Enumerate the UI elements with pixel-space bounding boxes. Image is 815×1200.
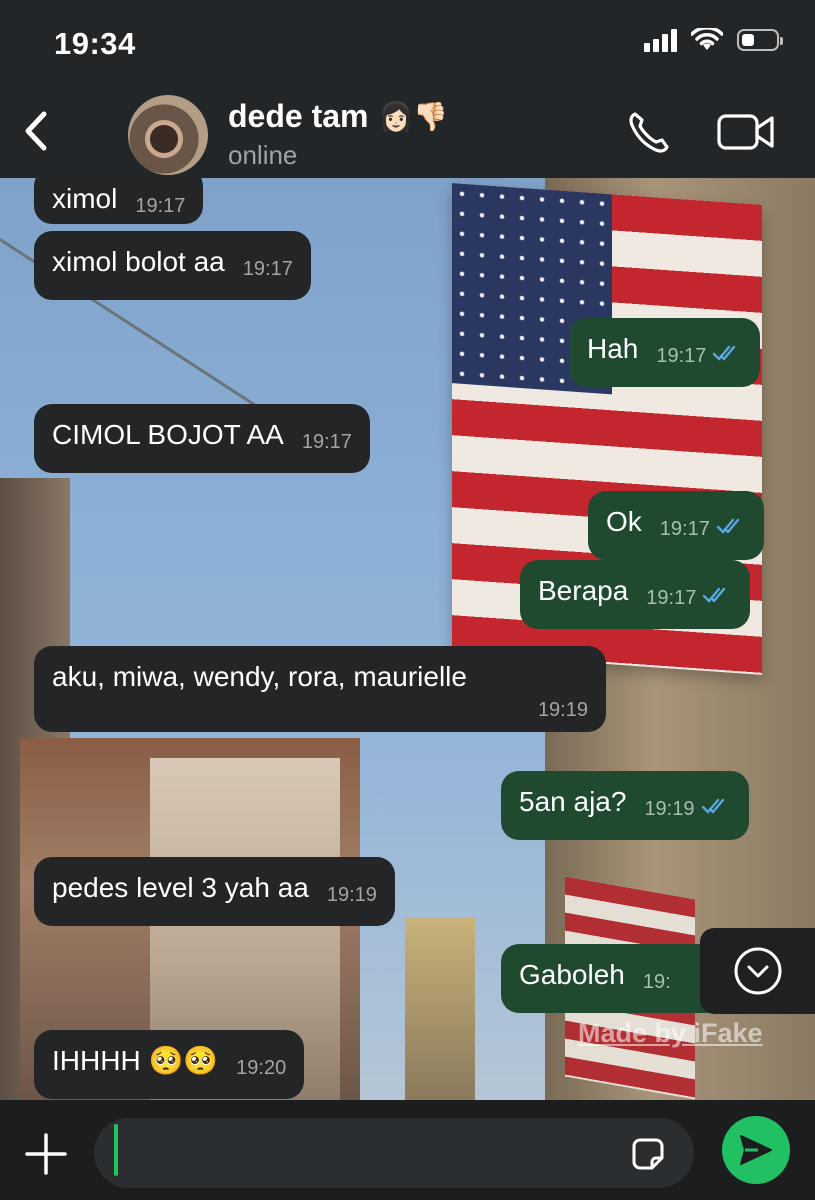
message-text: ximol — [52, 183, 118, 214]
status-bar-icons — [644, 28, 783, 52]
message-input[interactable] — [94, 1118, 694, 1188]
message-text: Gaboleh — [519, 959, 625, 990]
read-receipt-icon — [716, 518, 739, 534]
chat-area[interactable]: ximol 19:17 ximol bolot aa 19:17 Hah 19:17 … — [0, 178, 815, 1100]
read-receipt-icon — [713, 345, 736, 361]
message-time: 19:17 — [646, 587, 697, 609]
phone-call-button[interactable] — [625, 108, 673, 156]
message-time: 19:17 — [242, 258, 293, 280]
message-text: IHHHH 🥺🥺 — [52, 1045, 219, 1076]
back-button[interactable] — [16, 108, 56, 154]
read-receipt-icon — [701, 798, 724, 814]
sticker-button[interactable] — [628, 1134, 668, 1174]
message-bubble-incoming[interactable]: ximol bolot aa 19:17 — [34, 231, 311, 300]
contact-avatar[interactable] — [128, 95, 208, 175]
message-text: 5an aja? — [519, 786, 627, 817]
wifi-icon — [691, 28, 723, 50]
contact-name[interactable]: dede tam 👩🏻👎🏻 — [228, 98, 448, 135]
watermark: Made by iFake — [578, 1018, 763, 1048]
send-button[interactable] — [722, 1116, 790, 1184]
scroll-to-bottom-button[interactable] — [700, 928, 815, 1014]
message-time: 19:19 — [326, 884, 377, 906]
chat-header: 19:34 dede tam 👩🏻👎🏻 online — [0, 0, 815, 178]
video-call-button[interactable] — [716, 110, 776, 154]
message-time: 19:19 — [644, 798, 695, 820]
message-time: 19:17 — [659, 518, 710, 540]
message-text: pedes level 3 yah aa — [52, 872, 309, 903]
message-time: 19: — [642, 971, 671, 993]
message-bubble-outgoing[interactable]: Hah 19:17 — [569, 318, 761, 387]
message-bubble-outgoing[interactable]: 5an aja? 19:19 — [501, 771, 749, 840]
message-text: Berapa — [538, 575, 629, 606]
message-bubble-incoming[interactable]: aku, miwa, wendy, rora, maurielle 19:19 — [34, 646, 606, 732]
message-text: Hah — [587, 333, 639, 364]
message-text: Ok — [606, 506, 642, 537]
message-text: aku, miwa, wendy, rora, maurielle — [52, 661, 467, 692]
message-bubble-outgoing[interactable]: Berapa 19:17 — [520, 560, 751, 629]
send-icon — [740, 1135, 772, 1165]
text-cursor — [114, 1124, 118, 1176]
message-text: CIMOL BOJOT AA — [52, 419, 284, 450]
message-time: 19:17 — [135, 195, 186, 217]
cellular-signal-icon — [644, 28, 677, 52]
message-bubble-incoming[interactable]: pedes level 3 yah aa 19:19 — [34, 857, 395, 926]
status-bar-time: 19:34 — [54, 26, 136, 61]
message-bubble-incoming[interactable]: IHHHH 🥺🥺 19:20 — [34, 1030, 305, 1099]
battery-icon — [737, 29, 783, 51]
read-receipt-icon — [703, 587, 726, 603]
chevron-down-circle-icon — [734, 947, 782, 995]
contact-status: online — [228, 140, 298, 170]
message-bubble-incoming[interactable]: ximol 19:17 — [34, 178, 204, 224]
message-text: ximol bolot aa — [52, 246, 225, 277]
message-input-bar — [0, 1100, 815, 1200]
message-time: 19:19 — [537, 699, 588, 721]
message-time: 19:17 — [301, 431, 352, 453]
message-bubble-incoming[interactable]: CIMOL BOJOT AA 19:17 — [34, 404, 370, 473]
wallpaper-tower — [405, 918, 475, 1100]
message-time: 19:17 — [656, 345, 707, 367]
contact-name-emoji: 👩🏻👎🏻 — [378, 101, 449, 132]
message-time: 19:20 — [236, 1057, 287, 1079]
message-bubble-outgoing[interactable]: Ok 19:17 — [588, 491, 764, 560]
contact-name-text: dede tam — [228, 98, 369, 134]
attach-plus-button[interactable] — [24, 1132, 68, 1176]
